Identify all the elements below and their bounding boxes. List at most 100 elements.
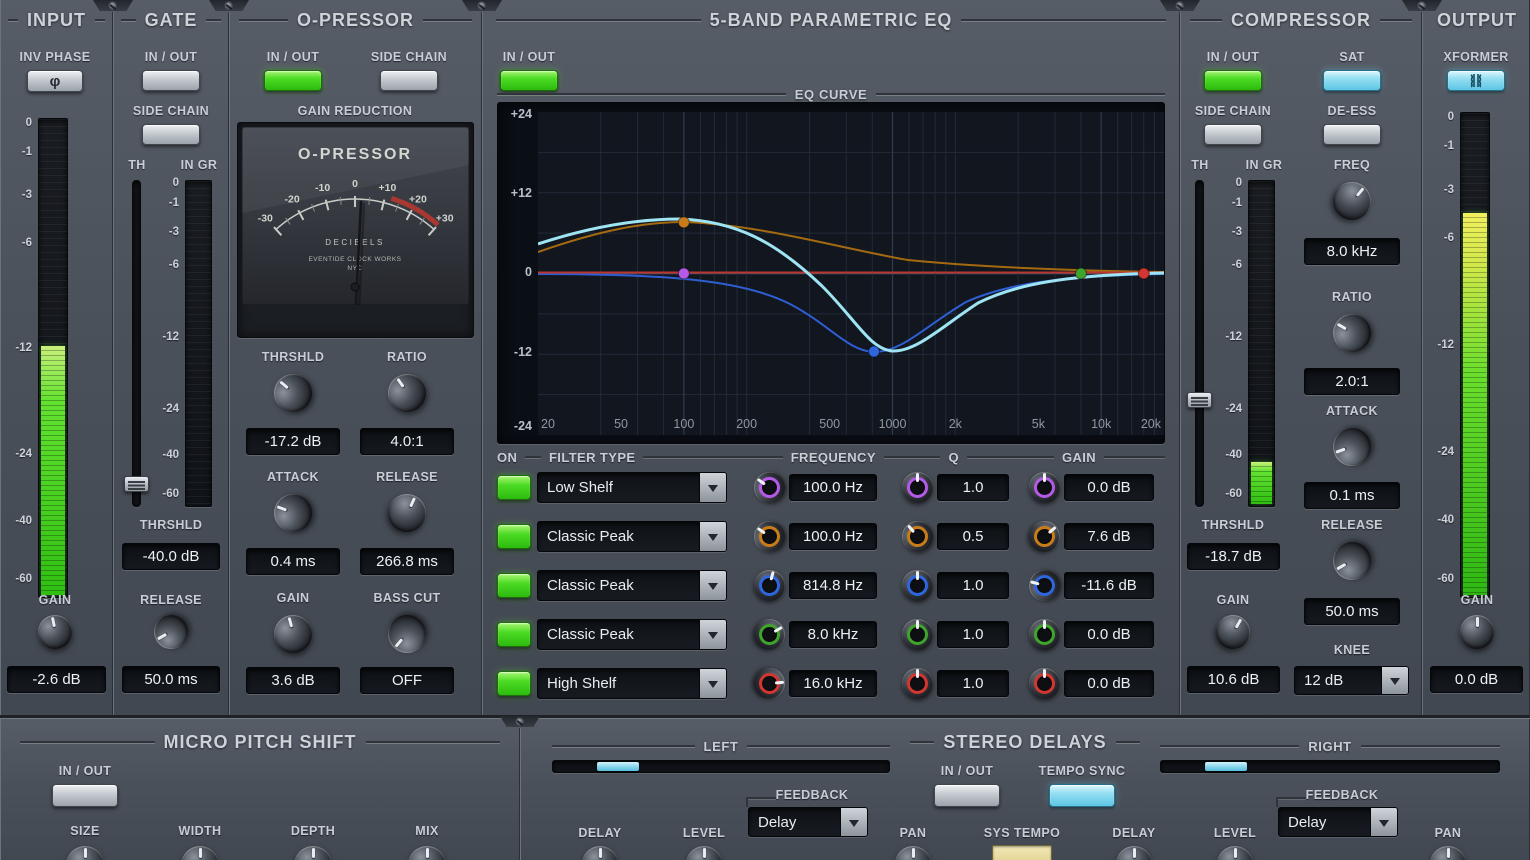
dropdown-arrow-button[interactable] — [1370, 808, 1397, 836]
output-gain-knob[interactable] — [1460, 615, 1494, 649]
filter-type-select-band2[interactable]: Classic Peak — [537, 521, 727, 552]
eq-band2-gain-value[interactable]: 7.6 dB — [1064, 523, 1154, 550]
gate-thrshld-value[interactable]: -40.0 dB — [122, 543, 220, 570]
eq-band5-q-value[interactable]: 1.0 — [937, 670, 1009, 697]
filter-type-select-band4[interactable]: Classic Peak — [537, 619, 727, 650]
eq-band1-gain-knob[interactable] — [1029, 472, 1060, 503]
delays-inout-button[interactable] — [934, 784, 1000, 807]
compressor-gain-knob[interactable] — [1210, 609, 1256, 655]
delay-left-knob[interactable] — [582, 846, 618, 860]
filter-type-select-band5[interactable]: High Shelf — [537, 668, 727, 699]
eq-band5-freq-knob[interactable] — [753, 667, 787, 701]
micro-pitch-width-knob[interactable] — [181, 846, 219, 860]
compressor-release-value[interactable]: 50.0 ms — [1304, 598, 1400, 625]
eq-band2-q-value[interactable]: 0.5 — [937, 523, 1009, 550]
feedback-type-select-right[interactable]: Delay — [1278, 807, 1398, 837]
opressor-ratio-knob[interactable] — [381, 367, 434, 420]
eq-band3-gain-value[interactable]: -11.6 dB — [1064, 572, 1154, 599]
dropdown-arrow-button[interactable] — [699, 473, 726, 502]
dropdown-arrow-button[interactable] — [699, 620, 726, 649]
compressor-attack-value[interactable]: 0.1 ms — [1304, 482, 1400, 509]
eq-band1-gain-value[interactable]: 0.0 dB — [1064, 474, 1154, 501]
compressor-freq-knob[interactable] — [1325, 174, 1379, 228]
eq-band1-freq-knob[interactable] — [748, 466, 791, 509]
level-right-knob[interactable] — [1217, 846, 1253, 860]
dropdown-arrow-button[interactable] — [1381, 667, 1408, 694]
feedback-type-select-left[interactable]: Delay — [748, 807, 868, 837]
eq-band1-q-value[interactable]: 1.0 — [937, 474, 1009, 501]
micro-pitch-depth-knob[interactable] — [294, 846, 332, 860]
filter-type-select-band1[interactable]: Low Shelf — [537, 472, 727, 503]
eq-band5-gain-knob[interactable] — [1029, 668, 1060, 699]
eq-band2-freq-value[interactable]: 100.0 Hz — [789, 523, 877, 550]
opressor-basscut-knob[interactable] — [380, 607, 434, 661]
compressor-threshold-slider[interactable] — [1187, 392, 1212, 408]
pan-left-knob[interactable] — [895, 846, 931, 860]
eq-band2-freq-knob[interactable] — [748, 515, 791, 558]
eq-band4-on-button[interactable] — [497, 622, 531, 647]
eq-band5-on-button[interactable] — [497, 671, 531, 696]
compressor-freq-value[interactable]: 8.0 kHz — [1304, 238, 1400, 265]
input-gain-value[interactable]: -2.6 dB — [7, 666, 106, 693]
opressor-gain-value[interactable]: 3.6 dB — [246, 667, 340, 694]
eq-plot[interactable]: 205010020050010002k5k10k20k — [538, 112, 1164, 435]
gate-release-knob[interactable] — [148, 609, 194, 655]
eq-band2-q-knob[interactable] — [896, 515, 940, 559]
compressor-ratio-value[interactable]: 2.0:1 — [1304, 368, 1400, 395]
eq-band1-freq-value[interactable]: 100.0 Hz — [789, 474, 877, 501]
dropdown-arrow-button[interactable] — [699, 522, 726, 551]
eq-band3-q-knob[interactable] — [902, 570, 933, 601]
opressor-release-knob[interactable] — [382, 488, 432, 538]
compressor-deess-button[interactable] — [1323, 124, 1381, 145]
eq-band2-handle[interactable] — [678, 217, 689, 228]
eq-band3-freq-knob[interactable] — [751, 567, 789, 605]
output-gain-value[interactable]: 0.0 dB — [1430, 666, 1523, 693]
opressor-attack-value[interactable]: 0.4 ms — [246, 548, 340, 575]
eq-band3-gain-knob[interactable] — [1026, 567, 1064, 605]
eq-band5-handle[interactable] — [1138, 268, 1149, 279]
eq-band5-freq-value[interactable]: 16.0 kHz — [789, 670, 877, 697]
compressor-thrshld-value[interactable]: -18.7 dB — [1187, 543, 1280, 570]
filter-type-select-band3[interactable]: Classic Peak — [537, 570, 727, 601]
dropdown-arrow-button[interactable] — [840, 808, 867, 836]
gate-release-value[interactable]: 50.0 ms — [122, 666, 220, 693]
pan-right-knob[interactable] — [1430, 846, 1466, 860]
opressor-threshold-knob[interactable] — [266, 366, 320, 420]
compressor-sat-button[interactable] — [1323, 70, 1381, 91]
dropdown-arrow-button[interactable] — [699, 571, 726, 600]
compressor-attack-knob[interactable] — [1328, 423, 1377, 472]
compressor-ratio-knob[interactable] — [1326, 307, 1378, 359]
sys-tempo-display[interactable] — [992, 845, 1052, 860]
gate-threshold-slider[interactable] — [124, 476, 149, 492]
eq-band4-freq-knob[interactable] — [748, 613, 790, 655]
eq-band4-gain-knob[interactable] — [1029, 619, 1060, 650]
opressor-basscut-value[interactable]: OFF — [360, 667, 454, 694]
dropdown-arrow-button[interactable] — [699, 669, 726, 698]
opressor-sidechain-button[interactable] — [380, 70, 438, 91]
eq-band5-q-knob[interactable] — [902, 668, 933, 699]
opressor-gain-knob[interactable] — [270, 611, 317, 658]
opressor-release-value[interactable]: 266.8 ms — [360, 548, 454, 575]
knee-select[interactable]: 12 dB — [1294, 666, 1409, 695]
level-left-knob[interactable] — [686, 846, 722, 860]
eq-band4-gain-value[interactable]: 0.0 dB — [1064, 621, 1154, 648]
eq-band5-gain-value[interactable]: 0.0 dB — [1064, 670, 1154, 697]
delay-time-slider-left[interactable] — [597, 762, 639, 771]
input-gain-knob[interactable] — [35, 612, 75, 652]
eq-band4-freq-value[interactable]: 8.0 kHz — [789, 621, 877, 648]
opressor-ratio-value[interactable]: 4.0:1 — [360, 428, 454, 455]
eq-band4-handle[interactable] — [1075, 268, 1086, 279]
opressor-inout-button[interactable] — [264, 70, 322, 91]
delay-time-slider-right[interactable] — [1205, 762, 1247, 771]
output-xformer-button[interactable] — [1447, 70, 1505, 91]
delay-right-knob[interactable] — [1116, 846, 1152, 860]
micro-pitch-inout-button[interactable] — [52, 784, 118, 807]
eq-band2-on-button[interactable] — [497, 524, 531, 549]
micro-pitch-mix-knob[interactable] — [408, 846, 446, 860]
eq-band3-freq-value[interactable]: 814.8 Hz — [789, 572, 877, 599]
eq-band1-handle[interactable] — [678, 268, 689, 279]
eq-band3-on-button[interactable] — [497, 573, 531, 598]
compressor-sidechain-button[interactable] — [1204, 124, 1262, 145]
opressor-thrshld-value[interactable]: -17.2 dB — [246, 428, 340, 455]
compressor-release-knob[interactable] — [1326, 535, 1378, 587]
